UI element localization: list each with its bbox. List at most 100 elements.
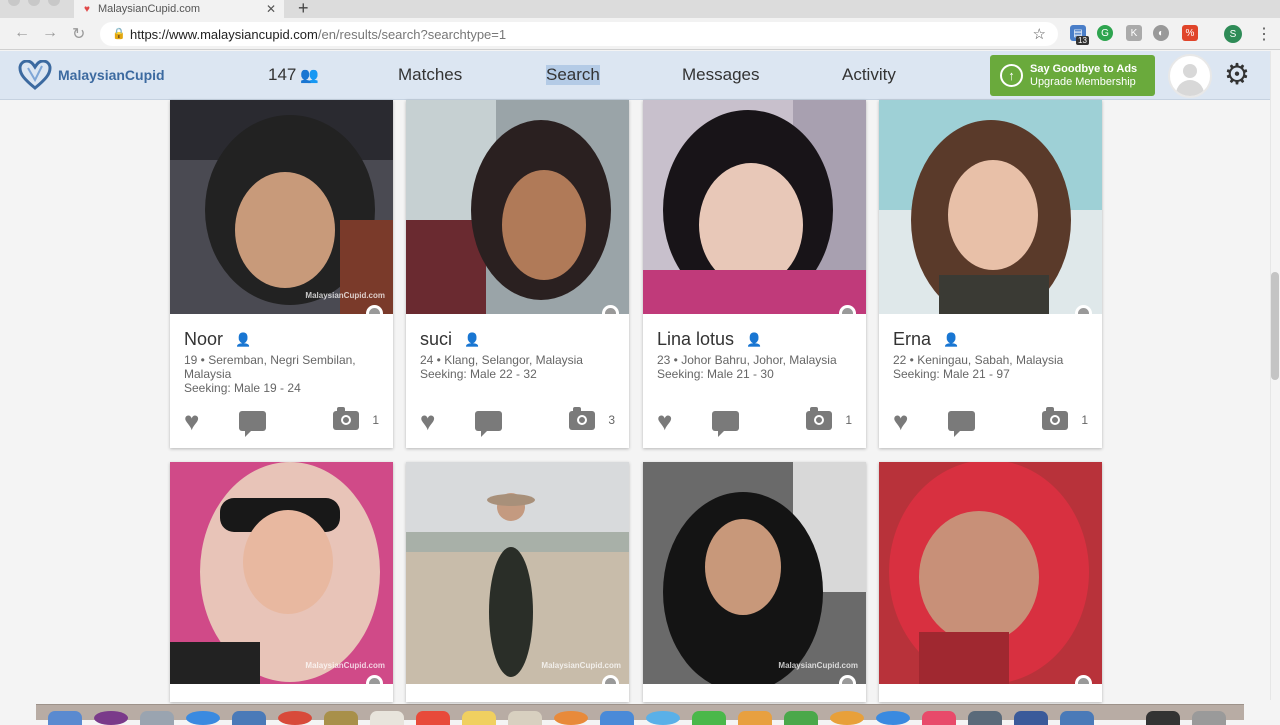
profile-photo[interactable]: MalaysianCupid.com bbox=[170, 100, 393, 314]
up-arrow-icon: ↑ bbox=[1000, 64, 1023, 87]
terminal-icon[interactable] bbox=[1146, 711, 1180, 725]
settings-gear-icon[interactable]: ⚙ bbox=[1224, 61, 1250, 90]
word-icon[interactable] bbox=[1014, 711, 1048, 725]
person-icon: 👤 bbox=[746, 331, 763, 347]
profile-card[interactable]: suci 👤 24 • Klang, Selangor, Malaysia See… bbox=[406, 100, 629, 448]
messages-icon[interactable] bbox=[646, 711, 680, 725]
grammarly-icon[interactable]: G bbox=[1097, 25, 1113, 41]
profile-photo[interactable] bbox=[879, 462, 1102, 684]
window-controls[interactable] bbox=[8, 0, 60, 6]
message-icon[interactable] bbox=[948, 411, 975, 437]
numbers-icon[interactable] bbox=[784, 711, 818, 725]
stickies-icon[interactable] bbox=[462, 711, 496, 725]
profile-photo[interactable] bbox=[406, 100, 629, 314]
profile-photo[interactable]: MalaysianCupid.com bbox=[406, 462, 629, 684]
photo-count: 1 bbox=[845, 413, 852, 427]
contacts-icon[interactable] bbox=[324, 711, 358, 725]
user-avatar[interactable] bbox=[1168, 54, 1212, 98]
forward-arrow-icon[interactable]: → bbox=[42, 24, 58, 42]
safari-icon[interactable] bbox=[186, 711, 220, 725]
scrollbar-thumb[interactable] bbox=[1271, 272, 1279, 380]
app-icon[interactable] bbox=[1060, 711, 1094, 725]
profile-card[interactable]: Lina lotus 👤 23 • Johor Bahru, Johor, Mal… bbox=[643, 100, 866, 448]
browser-tab[interactable]: ♥ MalaysianCupid.com ✕ bbox=[74, 0, 284, 18]
mail-icon[interactable] bbox=[232, 711, 266, 725]
extension-badge: 13 bbox=[1076, 36, 1089, 45]
appstore-icon[interactable] bbox=[876, 711, 910, 725]
launchpad-icon[interactable] bbox=[140, 711, 174, 725]
address-bar[interactable]: 🔒 https://www.malaysiancupid.com/en/resu… bbox=[100, 22, 1058, 46]
settings-icon[interactable] bbox=[968, 711, 1002, 725]
profile-photo[interactable]: MalaysianCupid.com bbox=[170, 462, 393, 684]
upgrade-line2: Upgrade Membership bbox=[1030, 75, 1136, 88]
heart-favicon-icon: ♥ bbox=[84, 3, 90, 15]
extension-percent-icon[interactable]: % bbox=[1182, 25, 1198, 41]
calendar-icon[interactable] bbox=[416, 711, 450, 725]
heart-icon[interactable]: ♥ bbox=[420, 408, 435, 434]
browser-menu-icon[interactable]: ⋮ bbox=[1256, 24, 1272, 44]
siri-icon[interactable] bbox=[94, 711, 128, 725]
watermark: MalaysianCupid.com bbox=[305, 291, 385, 300]
extension-circle-icon[interactable]: ◐ bbox=[1153, 25, 1169, 41]
heart-logo-icon bbox=[18, 60, 52, 90]
message-icon[interactable] bbox=[475, 411, 502, 437]
profile-card[interactable]: Erna 👤 22 • Keningau, Sabah, Malaysia See… bbox=[879, 100, 1102, 448]
close-tab-icon[interactable]: ✕ bbox=[266, 2, 276, 16]
nav-activity[interactable]: Activity bbox=[842, 65, 896, 85]
profile-photo[interactable]: MalaysianCupid.com bbox=[643, 462, 866, 684]
watermark: MalaysianCupid.com bbox=[305, 661, 385, 670]
profile-card[interactable] bbox=[879, 462, 1102, 702]
site-logo[interactable]: MalaysianCupid bbox=[18, 60, 165, 90]
browser-tab-bar: ♥ MalaysianCupid.com ✕ + bbox=[0, 0, 1280, 18]
books-icon[interactable] bbox=[738, 711, 772, 725]
person-icon: 👤 bbox=[943, 331, 960, 347]
keynote-icon[interactable] bbox=[830, 711, 864, 725]
photo-count: 1 bbox=[372, 413, 379, 427]
extension-k-icon[interactable]: K bbox=[1126, 25, 1142, 41]
back-arrow-icon[interactable]: ← bbox=[14, 24, 30, 42]
chrome-icon[interactable] bbox=[278, 711, 312, 725]
photos-icon[interactable] bbox=[554, 711, 588, 725]
browser-profile-avatar[interactable]: S bbox=[1224, 25, 1242, 43]
preview-icon[interactable] bbox=[600, 711, 634, 725]
profile-seeking: Seeking: Male 22 - 32 bbox=[420, 367, 537, 381]
heart-icon[interactable]: ♥ bbox=[893, 408, 908, 434]
music-icon[interactable] bbox=[922, 711, 956, 725]
profile-card[interactable]: MalaysianCupid.com bbox=[406, 462, 629, 702]
profile-name[interactable]: Erna bbox=[893, 329, 931, 350]
upgrade-line1: Say Goodbye to Ads bbox=[1030, 62, 1138, 75]
camera-icon[interactable] bbox=[333, 407, 359, 430]
profile-photo[interactable] bbox=[643, 100, 866, 314]
camera-icon[interactable] bbox=[569, 407, 595, 430]
brand-name: MalaysianCupid bbox=[58, 67, 165, 83]
heart-icon[interactable]: ♥ bbox=[184, 408, 199, 434]
profile-card[interactable]: MalaysianCupid.com bbox=[170, 462, 393, 702]
reminders-icon[interactable] bbox=[508, 711, 542, 725]
notes-icon[interactable] bbox=[370, 711, 404, 725]
profile-details: 23 • Johor Bahru, Johor, Malaysia bbox=[657, 353, 837, 367]
profile-card[interactable]: MalaysianCupid.com bbox=[643, 462, 866, 702]
nav-search[interactable]: Search bbox=[546, 65, 600, 85]
finder-icon[interactable] bbox=[48, 711, 82, 725]
facetime-icon[interactable] bbox=[692, 711, 726, 725]
message-icon[interactable] bbox=[239, 411, 266, 437]
profile-card[interactable]: MalaysianCupid.com Noor 👤 19 • Seremban, … bbox=[170, 100, 393, 448]
profile-name[interactable]: Lina lotus bbox=[657, 329, 734, 350]
camera-icon[interactable] bbox=[806, 407, 832, 430]
nav-matches[interactable]: Matches bbox=[398, 65, 462, 85]
profile-name[interactable]: suci bbox=[420, 329, 452, 350]
trash-icon[interactable] bbox=[1192, 711, 1226, 725]
message-icon[interactable] bbox=[712, 411, 739, 437]
new-tab-icon[interactable]: + bbox=[298, 0, 309, 19]
person-icon: 👤 bbox=[235, 331, 252, 347]
online-counter[interactable]: 147 👥 bbox=[268, 65, 319, 85]
bookmark-star-icon[interactable]: ☆ bbox=[1033, 25, 1046, 43]
camera-icon[interactable] bbox=[1042, 407, 1068, 430]
upgrade-button[interactable]: ↑ Say Goodbye to Ads Upgrade Membership bbox=[990, 55, 1155, 96]
heart-icon[interactable]: ♥ bbox=[657, 408, 672, 434]
profile-name[interactable]: Noor bbox=[184, 329, 223, 350]
reload-icon[interactable]: ↻ bbox=[72, 24, 85, 44]
photo-count: 3 bbox=[608, 413, 615, 427]
profile-photo[interactable] bbox=[879, 100, 1102, 314]
nav-messages[interactable]: Messages bbox=[682, 65, 759, 85]
